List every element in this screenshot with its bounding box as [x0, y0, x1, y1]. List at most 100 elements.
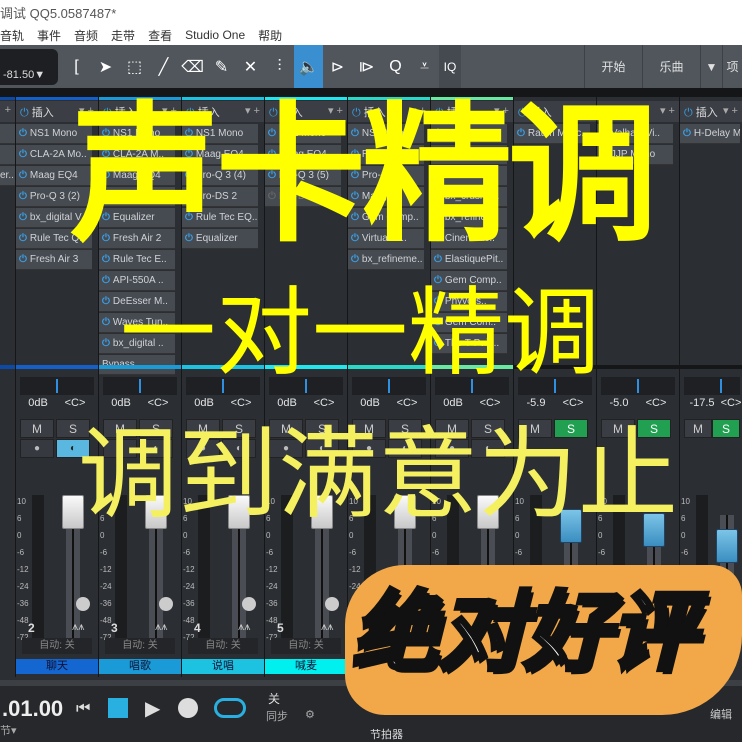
volume-value[interactable]: 0dB	[352, 397, 388, 414]
power-icon[interactable]: ⏻	[19, 212, 27, 223]
power-icon[interactable]: ⏻	[19, 170, 27, 181]
channel-name[interactable]: 说唱	[182, 659, 264, 674]
automation-button[interactable]: 自动: 关	[105, 638, 175, 654]
pan-value[interactable]: <C>	[720, 397, 742, 414]
transform-tool-icon[interactable]: ⩡	[410, 45, 439, 88]
send-knob[interactable]	[242, 597, 256, 611]
listen-tool-icon[interactable]: 🔈	[294, 45, 323, 88]
volume-value[interactable]: 0dB	[186, 397, 222, 414]
quantize-tool-icon[interactable]: Q	[381, 45, 410, 88]
waveform-icon[interactable]: ⩚⩚	[238, 621, 250, 634]
time-display[interactable]: -81.50▼	[0, 48, 58, 85]
strip-silence-tool-icon[interactable]: ⧐	[352, 45, 381, 88]
pan-slider[interactable]	[601, 377, 675, 395]
start-button[interactable]: 开始	[584, 45, 642, 88]
automation-button[interactable]: 自动: 关	[188, 638, 258, 654]
volume-value[interactable]: 0dB	[435, 397, 471, 414]
bend-tool-icon[interactable]: ⊳	[323, 45, 352, 88]
automation-button[interactable]: 自动: 关	[271, 638, 341, 654]
rewind-icon[interactable]: ⏮	[76, 700, 90, 718]
split-tool-icon[interactable]: ⫶	[265, 45, 294, 88]
stop-button[interactable]	[108, 698, 128, 718]
insert-header[interactable]: ⏻ 插入 ▾ +	[680, 101, 742, 122]
send-knob[interactable]	[325, 597, 339, 611]
song-dropdown[interactable]: ▼	[700, 45, 722, 88]
power-icon[interactable]: ⏻	[19, 191, 27, 202]
waveform-icon[interactable]: ⩚⩚	[321, 621, 333, 634]
waveform-icon[interactable]: ⩚⩚	[155, 621, 167, 634]
pan-slider[interactable]	[20, 377, 94, 395]
power-icon[interactable]: ⏻	[20, 107, 32, 119]
power-icon[interactable]: ⏻	[19, 149, 27, 160]
pan-value[interactable]: <C>	[637, 397, 675, 414]
sync-state[interactable]: 关	[268, 690, 280, 707]
power-icon[interactable]: ⏻	[19, 254, 27, 265]
gear-icon[interactable]: ⚙	[305, 708, 315, 721]
insert-header[interactable]: +	[0, 101, 15, 122]
mute-button[interactable]: M	[684, 419, 712, 438]
power-icon[interactable]: ⏻	[684, 107, 696, 119]
iq-button[interactable]: IQ	[439, 45, 461, 88]
send-knob[interactable]	[76, 597, 90, 611]
power-icon[interactable]: ⏻	[102, 296, 110, 307]
pan-slider[interactable]	[684, 377, 740, 395]
song-button[interactable]: 乐曲	[642, 45, 700, 88]
pan-value[interactable]: <C>	[56, 397, 94, 414]
record-button[interactable]	[178, 698, 198, 718]
eraser-tool-icon[interactable]: ⌫	[178, 45, 207, 88]
channel-name[interactable]: 唱歌	[99, 659, 181, 674]
volume-value[interactable]: 0dB	[269, 397, 305, 414]
channel-name[interactable]: 聊天	[16, 659, 98, 674]
pan-value[interactable]: <C>	[222, 397, 260, 414]
solo-button[interactable]: S	[712, 419, 740, 438]
mute-tool-icon[interactable]: ✕	[236, 45, 265, 88]
add-insert-icon[interactable]: ▾ +	[660, 104, 675, 117]
volume-value[interactable]: -17.5	[684, 397, 720, 414]
volume-value[interactable]: -5.0	[601, 397, 637, 414]
arrow-tool-icon[interactable]: ➤	[91, 45, 120, 88]
channel-name[interactable]: 喊麦	[265, 659, 347, 674]
automation-button[interactable]: 自动: 关	[22, 638, 92, 654]
metronome-label[interactable]: 节拍器	[368, 726, 405, 742]
insert-slot[interactable]	[0, 145, 15, 165]
add-insert-icon[interactable]: +	[5, 104, 11, 116]
menu-6[interactable]: 帮助	[258, 27, 282, 44]
play-button[interactable]: ▶	[145, 696, 160, 721]
project-button[interactable]: 项	[722, 45, 742, 88]
power-icon[interactable]: ⏻	[102, 338, 110, 349]
menu-4[interactable]: 查看	[148, 27, 172, 44]
power-icon[interactable]: ⏻	[102, 317, 110, 328]
insert-slot[interactable]	[0, 124, 15, 144]
time-unit-select[interactable]: 节▾	[0, 722, 17, 738]
range-tool-icon[interactable]: ⬚	[120, 45, 149, 88]
loop-icon[interactable]	[214, 698, 246, 718]
power-icon[interactable]: ⏻	[683, 128, 691, 139]
waveform-icon[interactable]: ⩚⩚	[72, 621, 84, 634]
power-icon[interactable]: ⏻	[19, 128, 27, 139]
pan-value[interactable]: <C>	[554, 397, 592, 414]
pan-value[interactable]: <C>	[305, 397, 343, 414]
pan-value[interactable]: <C>	[139, 397, 177, 414]
menu-0[interactable]: 音轨	[0, 27, 24, 44]
volume-value[interactable]: 0dB	[20, 397, 56, 414]
insert-slot[interactable]: ⏻H-Delay M..	[680, 124, 740, 144]
record-arm-button[interactable]: ●	[20, 439, 54, 458]
paint-tool-icon[interactable]: ╱	[149, 45, 178, 88]
add-insert-icon[interactable]: ▾ +	[723, 104, 738, 117]
menu-3[interactable]: 走带	[111, 27, 135, 44]
menu-2[interactable]: 音频	[74, 27, 98, 44]
volume-fader-handle[interactable]	[716, 529, 738, 563]
insert-slot[interactable]: er..	[0, 166, 15, 186]
menu-1[interactable]: 事件	[37, 27, 61, 44]
pan-value[interactable]: <C>	[471, 397, 509, 414]
send-knob[interactable]	[159, 597, 173, 611]
volume-value[interactable]: 0dB	[103, 397, 139, 414]
mute-button[interactable]: M	[20, 419, 54, 438]
menu-5[interactable]: Studio One	[185, 28, 245, 42]
power-icon[interactable]: ⏻	[102, 275, 110, 286]
pan-value[interactable]: <C>	[388, 397, 426, 414]
edit-button[interactable]: 编辑	[710, 706, 732, 722]
bracket-tool-icon[interactable]: [	[62, 45, 91, 88]
power-icon[interactable]: ⏻	[19, 233, 27, 244]
pencil-tool-icon[interactable]: ✎	[207, 45, 236, 88]
